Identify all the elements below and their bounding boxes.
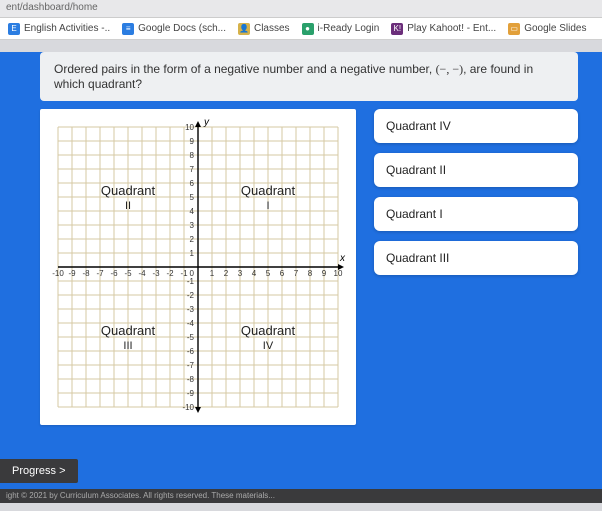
svg-text:I: I: [266, 200, 269, 212]
svg-text:-5: -5: [187, 333, 195, 342]
svg-text:-7: -7: [187, 361, 195, 370]
bookmark-label: i-Ready Login: [318, 23, 380, 34]
url-bar[interactable]: ent/dashboard/home: [0, 0, 602, 18]
bookmarks-bar: E English Activities -.. ≡ Google Docs (sch…: [0, 18, 602, 40]
answer-list: Quadrant IV Quadrant II Quadrant I Quadrant…: [374, 109, 578, 425]
svg-text:7: 7: [294, 269, 299, 278]
bookmark-icon: ●: [302, 23, 314, 35]
bookmark-item[interactable]: ▭ Google Slides: [508, 23, 586, 35]
svg-text:IV: IV: [263, 340, 274, 352]
svg-text:Quadrant: Quadrant: [241, 183, 296, 198]
svg-text:II: II: [125, 200, 131, 212]
svg-text:-8: -8: [187, 375, 195, 384]
bookmark-label: Google Docs (sch...: [138, 23, 226, 34]
svg-text:-3: -3: [152, 269, 160, 278]
svg-text:-7: -7: [96, 269, 104, 278]
svg-text:III: III: [123, 340, 132, 352]
svg-text:10: 10: [334, 269, 343, 278]
bookmark-icon: ▭: [508, 23, 520, 35]
svg-text:7: 7: [190, 165, 195, 174]
bookmark-label: Google Slides: [524, 23, 586, 34]
svg-text:-10: -10: [52, 269, 64, 278]
bookmark-item[interactable]: K! Play Kahoot! - Ent...: [391, 23, 496, 35]
svg-text:-1: -1: [187, 277, 195, 286]
svg-text:-2: -2: [166, 269, 174, 278]
svg-text:1: 1: [210, 269, 215, 278]
svg-text:3: 3: [238, 269, 243, 278]
bookmark-label: English Activities -..: [24, 23, 110, 34]
svg-text:-8: -8: [82, 269, 90, 278]
app-frame: Ordered pairs in the form of a negative …: [0, 52, 602, 503]
bookmark-icon: 👤: [238, 23, 250, 35]
svg-text:0: 0: [190, 269, 195, 278]
svg-text:1: 1: [190, 249, 195, 258]
svg-text:-4: -4: [187, 319, 195, 328]
bookmark-label: Classes: [254, 23, 290, 34]
svg-text:9: 9: [322, 269, 327, 278]
svg-text:Quadrant: Quadrant: [101, 323, 156, 338]
svg-text:2: 2: [190, 235, 195, 244]
graph-card: -10-9-8-7-6-5-4-3-2-112345678910-10-9-8-…: [40, 109, 356, 425]
svg-text:-5: -5: [124, 269, 132, 278]
svg-text:8: 8: [308, 269, 313, 278]
svg-text:9: 9: [190, 137, 195, 146]
svg-text:4: 4: [190, 207, 195, 216]
bookmark-item[interactable]: ● i-Ready Login: [302, 23, 380, 35]
answer-option[interactable]: Quadrant II: [374, 153, 578, 187]
svg-text:6: 6: [190, 179, 195, 188]
progress-button[interactable]: Progress >: [0, 459, 78, 483]
question-text-pre: Ordered pairs in the form of a negative …: [54, 62, 436, 76]
answer-option[interactable]: Quadrant I: [374, 197, 578, 231]
answer-option[interactable]: Quadrant III: [374, 241, 578, 275]
svg-text:-9: -9: [187, 389, 195, 398]
answer-option[interactable]: Quadrant IV: [374, 109, 578, 143]
svg-text:Quadrant: Quadrant: [241, 323, 296, 338]
svg-text:6: 6: [280, 269, 285, 278]
svg-text:2: 2: [224, 269, 229, 278]
content-panel: -10-9-8-7-6-5-4-3-2-112345678910-10-9-8-…: [40, 109, 578, 425]
svg-text:-6: -6: [110, 269, 118, 278]
bookmark-label: Play Kahoot! - Ent...: [407, 23, 496, 34]
bookmark-icon: ≡: [122, 23, 134, 35]
copyright-footer: ight © 2021 by Curriculum Associates. Al…: [0, 489, 602, 503]
svg-text:-6: -6: [187, 347, 195, 356]
svg-text:-9: -9: [68, 269, 76, 278]
svg-text:y: y: [203, 117, 210, 128]
svg-text:-10: -10: [182, 403, 194, 412]
svg-text:5: 5: [190, 193, 195, 202]
svg-text:-4: -4: [138, 269, 146, 278]
svg-text:8: 8: [190, 151, 195, 160]
coordinate-plane: -10-9-8-7-6-5-4-3-2-112345678910-10-9-8-…: [48, 117, 348, 417]
svg-text:10: 10: [185, 123, 194, 132]
bookmark-icon: K!: [391, 23, 403, 35]
svg-text:Quadrant: Quadrant: [101, 183, 156, 198]
bookmark-item[interactable]: E English Activities -..: [8, 23, 110, 35]
svg-text:x: x: [339, 253, 346, 264]
svg-text:4: 4: [252, 269, 257, 278]
svg-text:-3: -3: [187, 305, 195, 314]
question-card: Ordered pairs in the form of a negative …: [40, 52, 578, 101]
bookmark-icon: E: [8, 23, 20, 35]
svg-text:3: 3: [190, 221, 195, 230]
svg-text:-2: -2: [187, 291, 195, 300]
bookmark-item[interactable]: 👤 Classes: [238, 23, 290, 35]
svg-text:5: 5: [266, 269, 271, 278]
bookmark-item[interactable]: ≡ Google Docs (sch...: [122, 23, 226, 35]
question-notation: (−, −): [436, 62, 464, 76]
